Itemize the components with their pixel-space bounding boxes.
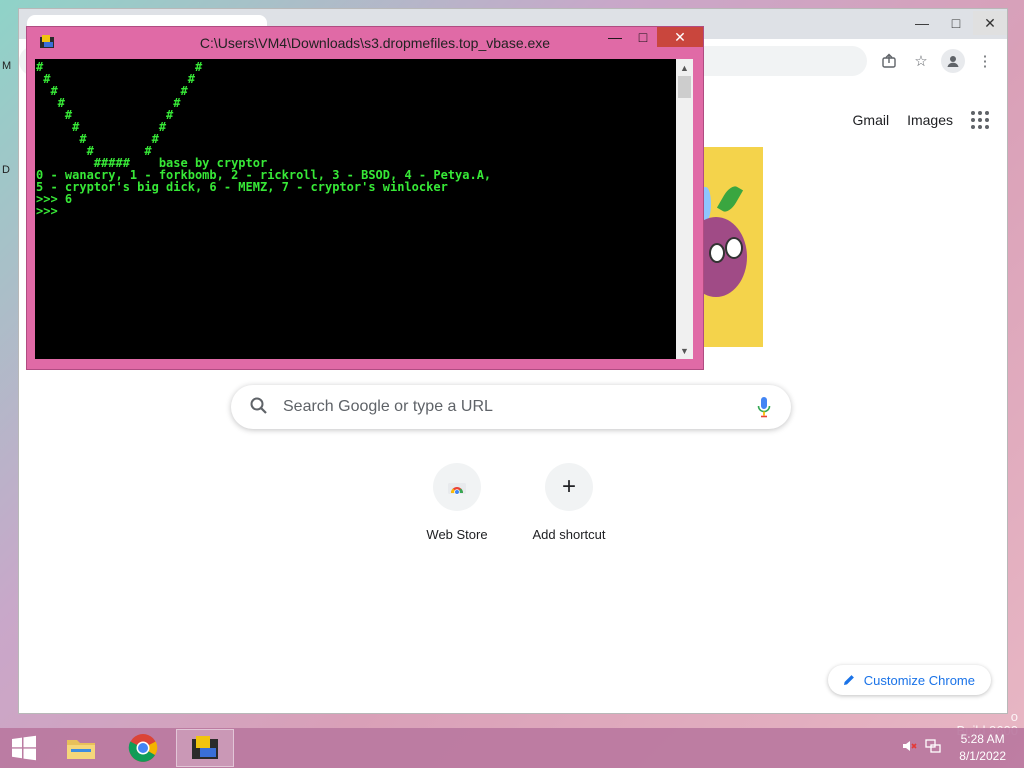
windows-logo-icon bbox=[12, 735, 36, 761]
close-button[interactable]: ✕ bbox=[973, 11, 1007, 35]
google-doodle[interactable] bbox=[701, 147, 763, 347]
search-input[interactable]: Search Google or type a URL bbox=[283, 398, 493, 416]
console-window-controls: — □ ✕ bbox=[601, 27, 703, 47]
shortcut-web-store[interactable]: Web Store bbox=[407, 463, 507, 542]
kebab-menu-icon[interactable]: ⋮ bbox=[973, 49, 997, 73]
star-icon[interactable]: ☆ bbox=[909, 49, 933, 73]
profile-icon[interactable] bbox=[941, 49, 965, 73]
desktop-icon-label-fragment: M bbox=[2, 60, 12, 72]
share-icon[interactable] bbox=[877, 49, 901, 73]
minimize-button[interactable]: — bbox=[905, 11, 939, 35]
clock-date: 8/1/2022 bbox=[959, 749, 1006, 763]
plus-icon: + bbox=[545, 463, 593, 511]
console-minimize-button[interactable]: — bbox=[601, 27, 629, 47]
doodle-eye bbox=[725, 237, 743, 259]
folder-icon bbox=[67, 740, 95, 759]
search-icon bbox=[250, 397, 267, 414]
console-maximize-button[interactable]: □ bbox=[629, 27, 657, 47]
shortcut-label: Web Store bbox=[426, 527, 488, 542]
network-icon[interactable] bbox=[925, 738, 941, 759]
console-window: C:\Users\VM4\Downloads\s3.dropmefiles.to… bbox=[26, 26, 704, 370]
file-explorer-button[interactable] bbox=[52, 729, 110, 767]
images-link[interactable]: Images bbox=[907, 112, 953, 128]
desktop-icon-label-fragment: D bbox=[2, 164, 10, 176]
maximize-button[interactable]: □ bbox=[939, 11, 973, 35]
customize-chrome-button[interactable]: Customize Chrome bbox=[827, 665, 991, 695]
apps-grid-icon[interactable] bbox=[971, 111, 989, 129]
start-button[interactable] bbox=[0, 729, 48, 767]
microphone-icon[interactable] bbox=[757, 396, 771, 418]
chrome-taskbar-button[interactable] bbox=[114, 729, 172, 767]
customize-label: Customize Chrome bbox=[863, 672, 975, 688]
web-store-icon bbox=[433, 463, 481, 511]
console-output-area[interactable]: # # # # # # # # # # # # # # # # ##### ba… bbox=[35, 59, 693, 359]
scroll-up-arrow-icon[interactable]: ▲ bbox=[676, 59, 693, 76]
volume-muted-icon[interactable] bbox=[901, 738, 917, 759]
watermark-line: o bbox=[1010, 709, 1018, 724]
shortcut-add[interactable]: + Add shortcut bbox=[519, 463, 619, 542]
clock-time: 5:28 AM bbox=[960, 732, 1005, 746]
pencil-icon bbox=[843, 675, 854, 685]
clock[interactable]: 5:28 AM 8/1/2022 bbox=[949, 731, 1006, 765]
system-tray: 5:28 AM 8/1/2022 bbox=[901, 728, 1024, 768]
vbase-console-taskbar-button[interactable] bbox=[176, 729, 234, 767]
console-output-text: # # # # # # # # # # # # # # # # ##### ba… bbox=[36, 60, 492, 218]
taskbar: 5:28 AM 8/1/2022 bbox=[0, 728, 1024, 768]
console-app-icon bbox=[192, 736, 218, 759]
chrome-icon bbox=[128, 734, 158, 762]
console-title-bar[interactable]: C:\Users\VM4\Downloads\s3.dropmefiles.to… bbox=[27, 27, 703, 57]
scroll-down-arrow-icon[interactable]: ▼ bbox=[676, 342, 693, 359]
doodle-eye bbox=[709, 243, 725, 263]
search-box[interactable]: Search Google or type a URL bbox=[231, 385, 791, 429]
doodle-leaf bbox=[716, 183, 744, 215]
scroll-thumb[interactable] bbox=[678, 76, 691, 98]
shortcut-label: Add shortcut bbox=[532, 527, 606, 542]
console-scrollbar[interactable]: ▲ ▼ bbox=[676, 59, 693, 359]
gmail-link[interactable]: Gmail bbox=[853, 112, 890, 128]
chrome-window-controls: — □ ✕ bbox=[905, 11, 1007, 35]
console-close-button[interactable]: ✕ bbox=[657, 27, 703, 47]
